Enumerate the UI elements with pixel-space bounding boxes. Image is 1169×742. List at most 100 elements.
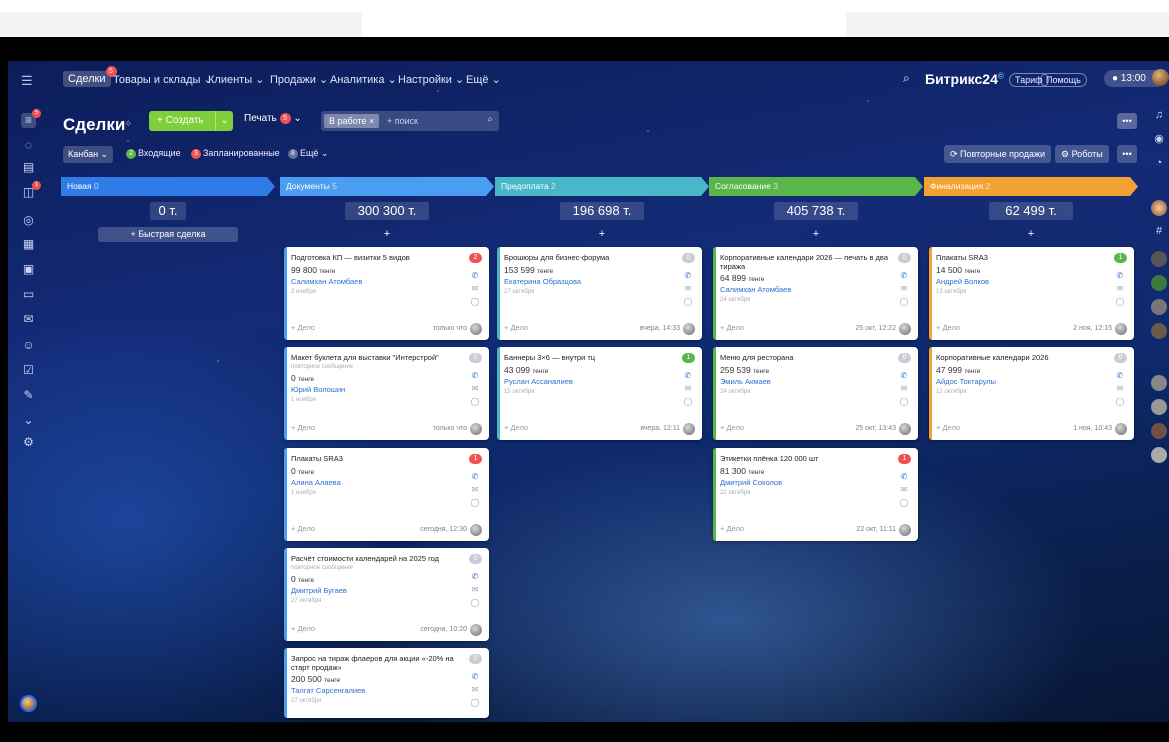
add-activity-button[interactable]: + Дело [291, 624, 315, 633]
deal-card[interactable]: Брошюры для бизнес-форума 153 599 тенге Ек… [497, 247, 702, 340]
column-header[interactable]: Согласование 3 [709, 177, 923, 196]
repeat-sales-button[interactable]: ⟳ Повторные продажи [944, 145, 1052, 163]
mail-icon[interactable]: ✉ [470, 485, 480, 495]
search-input[interactable] [387, 114, 477, 128]
contact-avatar[interactable] [1151, 251, 1167, 267]
chat-icon[interactable]: ◯ [470, 498, 480, 508]
add-activity-button[interactable]: + Дело [936, 423, 960, 432]
browser-tab[interactable] [846, 12, 1169, 37]
print-button[interactable]: Печать 5 ⌄ [244, 113, 302, 124]
hash-icon[interactable]: # [1149, 221, 1169, 241]
deal-title[interactable]: Этикетки плёнка 120 000 шт [720, 454, 890, 463]
help-button[interactable]: Помощь [1040, 73, 1087, 87]
nav-more[interactable]: Ещё ⌄ [466, 73, 501, 86]
contact-avatar[interactable] [1151, 299, 1167, 315]
add-activity-button[interactable]: + Дело [720, 423, 744, 432]
responsible-avatar[interactable] [683, 423, 695, 435]
filter-tag[interactable]: В работе × [324, 114, 380, 128]
mail-icon[interactable]: ✉ [899, 384, 909, 394]
deal-contact[interactable]: Дмитрий Бугаев [291, 586, 347, 595]
deal-contact[interactable]: Андрей Волков [936, 277, 989, 286]
phone-icon[interactable]: ✆ [899, 371, 909, 381]
deal-card[interactable]: Расчёт стоимости календарей на 2025 год п… [284, 548, 489, 641]
phone-icon[interactable]: ✆ [899, 472, 909, 482]
checklist-icon[interactable]: ☑ [21, 363, 36, 378]
filter-incoming[interactable]: 2 Входящие [126, 148, 181, 159]
add-deal-button[interactable]: + [597, 228, 607, 240]
responsible-avatar[interactable] [470, 624, 482, 636]
column-header[interactable]: Документы 5 [280, 177, 494, 196]
column-header[interactable]: Новая 0 [61, 177, 275, 196]
deal-title[interactable]: Расчёт стоимости календарей на 2025 год [291, 554, 461, 563]
deal-title[interactable]: Баннеры 3×6 — внутри тц [504, 353, 674, 362]
phone-icon[interactable]: ✆ [1115, 271, 1125, 281]
phone-icon[interactable]: ✆ [470, 572, 480, 582]
column-header[interactable]: Финализация 2 [924, 177, 1138, 196]
nav-settings[interactable]: Настройки ⌄ [398, 73, 464, 86]
funnel-icon[interactable]: ≡ 5 [21, 109, 41, 128]
deal-card[interactable]: Корпоративные календари 2026 47 999 тенге… [929, 347, 1134, 440]
nav-deals[interactable]: Сделки 5 [63, 66, 117, 87]
mail-icon[interactable]: ✉ [470, 384, 480, 394]
tasks-icon[interactable]: ▤ [21, 160, 36, 175]
user-avatar[interactable] [1152, 69, 1169, 86]
mail-icon[interactable]: ✉ [21, 312, 36, 327]
extra-button[interactable]: ••• [1117, 145, 1137, 163]
deal-card[interactable]: Подготовка КП — визитки 5 видов 99 800 те… [284, 247, 489, 340]
mail-icon[interactable]: ✉ [470, 585, 480, 595]
deal-card[interactable]: Баннеры 3×6 — внутри тц 43 099 тенге Русла… [497, 347, 702, 440]
target-icon[interactable]: ◎ [21, 213, 36, 228]
deal-title[interactable]: Корпоративные календари 2026 [936, 353, 1106, 362]
add-activity-button[interactable]: + Дело [504, 323, 528, 332]
deal-card[interactable]: Меню для ресторана 259 539 тенге Эмиль Акм… [713, 347, 918, 440]
mail-icon[interactable]: ✉ [1115, 384, 1125, 394]
add-activity-button[interactable]: + Дело [936, 323, 960, 332]
pin-icon[interactable]: ✧ [124, 119, 132, 130]
responsible-avatar[interactable] [899, 423, 911, 435]
browser-tab[interactable] [0, 12, 362, 37]
deal-title[interactable]: Плакаты SRA3 [936, 253, 1106, 262]
mail-icon[interactable]: ✉ [683, 284, 693, 294]
deal-title[interactable]: Плакаты SRA3 [291, 454, 461, 463]
document-icon[interactable]: ▣ [21, 262, 36, 277]
phone-icon[interactable]: ✆ [470, 672, 480, 682]
messenger-icon[interactable]: ◔ [1149, 153, 1169, 173]
more-button[interactable]: ••• [1117, 113, 1137, 129]
phone-icon[interactable]: ✆ [470, 472, 480, 482]
nav-products[interactable]: Товары и склады ⌄ [113, 73, 213, 86]
deal-contact[interactable]: Талгат Сарсенгалиев [291, 686, 365, 695]
sign-icon[interactable]: ✎ [21, 388, 36, 403]
deal-title[interactable]: Меню для ресторана [720, 353, 890, 362]
deal-title[interactable]: Макет буклета для выставки "Интерстрой" [291, 353, 461, 362]
chevron-down-icon[interactable]: ⌄ [215, 111, 233, 131]
deal-title[interactable]: Запрос на тираж флаеров для акции «-20% … [291, 654, 461, 672]
phone-icon[interactable]: ✆ [470, 371, 480, 381]
deal-card[interactable]: Плакаты SRA3 14 500 тенге Андрей Волков 13 … [929, 247, 1134, 340]
contacts-icon[interactable]: ☺ [21, 338, 36, 353]
add-activity-button[interactable]: + Дело [504, 423, 528, 432]
search-icon[interactable]: ⌕ [487, 114, 493, 125]
chat-icon[interactable]: ◯ [470, 297, 480, 307]
add-deal-button[interactable]: + [382, 228, 392, 240]
phone-icon[interactable]: ✆ [899, 271, 909, 281]
deal-contact[interactable]: Руслан Ассаналиев [504, 377, 573, 386]
add-activity-button[interactable]: + Дело [291, 423, 315, 432]
responsible-avatar[interactable] [470, 323, 482, 335]
contact-avatar[interactable] [1151, 399, 1167, 415]
contact-avatar[interactable] [1151, 447, 1167, 463]
contact-avatar[interactable] [1151, 423, 1167, 439]
deal-title[interactable]: Корпоративные календари 2026 — печать в … [720, 253, 890, 271]
nav-analytics[interactable]: Аналитика ⌄ [330, 73, 397, 86]
chevron-down-icon[interactable]: ⌄ [21, 413, 36, 428]
column-header[interactable]: Предоплата 2 [495, 177, 709, 196]
gear-icon[interactable]: ⚙ [21, 435, 36, 450]
chat-icon[interactable]: ◯ [1115, 397, 1125, 407]
phone-icon[interactable]: ✆ [1115, 371, 1125, 381]
add-activity-button[interactable]: + Дело [720, 323, 744, 332]
filter-more[interactable]: 8 Ещё ⌄ [288, 148, 328, 159]
deal-contact[interactable]: Эмиль Акмаев [720, 377, 771, 386]
add-activity-button[interactable]: + Дело [291, 524, 315, 533]
chat-icon[interactable]: ◯ [470, 698, 480, 708]
deal-card[interactable]: Запрос на тираж флаеров для акции «-20% … [284, 648, 489, 718]
contact-avatar[interactable] [1151, 323, 1167, 339]
